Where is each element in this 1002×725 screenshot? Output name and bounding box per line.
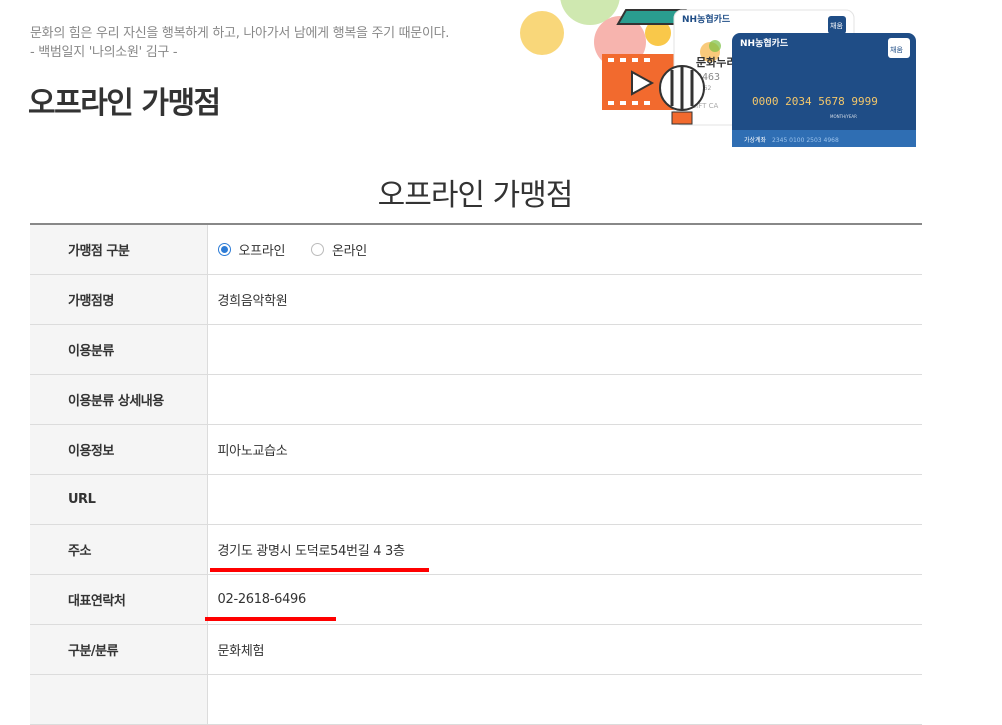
row-label-url: URL (30, 474, 208, 525)
section-title: 오프라인 가맹점 (377, 178, 574, 213)
row-value-usage-info: 피아노교습소 (207, 424, 922, 475)
card-front-number: 0000 2034 5678 9999 (752, 95, 878, 108)
card-front-account-label: 가상계좌 (744, 136, 767, 144)
table-row: 이용분류 상세내용 (30, 374, 922, 425)
row-address-cell: 경기도 광명시 도덕로54번길 4 3층 (207, 524, 922, 575)
row-value-empty (207, 674, 922, 725)
phone-highlight: 02-2618-6496 (204, 592, 336, 621)
radio-offline-indicator[interactable] (217, 242, 231, 256)
table-row: 주소 경기도 광명시 도덕로54번길 4 3층 (30, 524, 922, 575)
table-row: 이용정보 피아노교습소 (30, 424, 922, 475)
row-label-usage-info: 이용정보 (30, 424, 208, 475)
row-label-phone: 대표연락처 (30, 574, 208, 625)
table-row: 대표연락처 02-2618-6496 (30, 574, 922, 625)
address-highlight: 경기도 광명시 도덕로54번길 4 3층 (209, 540, 429, 572)
row-label-category-detail: 이용분류 상세내용 (30, 374, 208, 425)
row-label-name: 가맹점명 (30, 274, 208, 325)
row-label-classification: 구분/분류 (30, 624, 208, 675)
table-row: 구분/분류 문화체험 (30, 624, 922, 675)
quote: 문화의 힘은 우리 자신을 행복하게 하고, 나아가서 남에게 행복을 주기 때… (30, 24, 449, 62)
radio-offline-label: 오프라인 (238, 243, 286, 259)
radio-offline[interactable]: 오프라인 (217, 240, 286, 259)
address-red-underline (209, 568, 429, 572)
radio-online[interactable]: 온라인 (310, 240, 367, 259)
row-value-category-detail (207, 374, 922, 425)
table-row: URL (30, 474, 922, 525)
card-front-month-year: MONTH/YEAR (830, 114, 857, 119)
row-value-classification: 문화체험 (207, 624, 922, 675)
row-phone-cell: 02-2618-6496 (204, 574, 922, 625)
row-value-url (207, 474, 922, 525)
quote-line-2: - 백범일지 '나의소원' 김구 - (30, 45, 178, 60)
merchant-detail-table: 가맹점 구분 오프라인 온라인 가맹점명 경희음악학원 이용분류 이용분류 상세… (30, 223, 922, 725)
card-back-badge: 채움 (830, 21, 843, 30)
card-front-brand: NH농협카드 (740, 37, 789, 49)
merchant-type-radio-group: 오프라인 온라인 (207, 224, 922, 275)
radio-online-indicator[interactable] (310, 242, 324, 256)
quote-line-1: 문화의 힘은 우리 자신을 행복하게 하고, 나아가서 남에게 행복을 주기 때… (30, 26, 450, 41)
table-row: 이용분류 (30, 324, 922, 375)
table-row (30, 674, 922, 725)
banner-circle-yellow (520, 11, 564, 55)
row-label-type: 가맹점 구분 (30, 224, 208, 275)
card-banner-illustration: NH농협카드 채움 문화누리 9463 0462 NH GIFT CA NH농협… (520, 0, 916, 147)
radio-online-label: 온라인 (331, 243, 367, 259)
row-label-category: 이용분류 (30, 324, 208, 375)
card-back-logo-text: 문화누리 (696, 55, 736, 69)
row-label-empty (30, 674, 208, 725)
phone-red-underline (204, 617, 336, 621)
card-back-brand: NH농협카드 (682, 13, 731, 25)
card-front-badge: 채움 (890, 45, 903, 54)
row-value-category (207, 324, 922, 375)
row-value-phone: 02-2618-6496 (217, 592, 307, 607)
row-label-address: 주소 (30, 524, 208, 575)
page-title: 오프라인 가맹점 (28, 86, 221, 121)
row-value-name: 경희음악학원 (207, 274, 922, 325)
table-row: 가맹점 구분 오프라인 온라인 (30, 224, 922, 275)
table-row: 가맹점명 경희음악학원 (30, 274, 922, 325)
card-front-account-number: 2345 0100 2503 4968 (772, 137, 839, 144)
row-value-address: 경기도 광명시 도덕로54번길 4 3층 (217, 544, 405, 559)
